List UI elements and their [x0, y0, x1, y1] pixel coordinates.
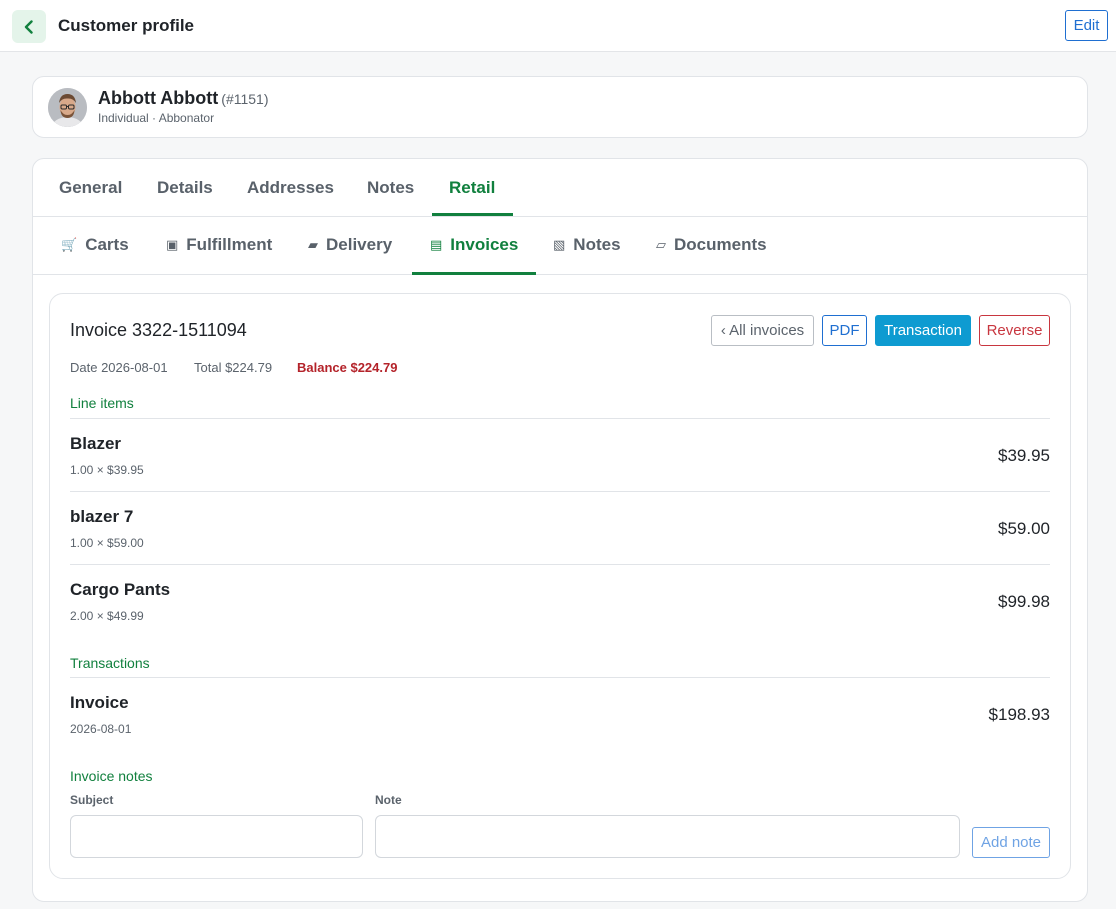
subtab-label: Invoices — [450, 235, 519, 254]
customer-name-text: Abbott Abbott — [98, 88, 219, 108]
customer-id: (#1151) — [221, 91, 269, 107]
subtab-notes[interactable]: ▧ Notes — [553, 235, 621, 255]
subject-label: Subject — [70, 793, 114, 807]
truck-icon: ▰ — [308, 237, 318, 252]
documents-icon: ▱ — [656, 237, 666, 252]
reverse-button[interactable]: Reverse — [979, 315, 1050, 346]
line-item-amount: $59.00 — [998, 519, 1050, 538]
invoice-card: Invoice 3322-1511094 ‹ All invoices PDF … — [49, 293, 1071, 879]
subtab-fulfillment[interactable]: ▣ Fulfillment — [166, 235, 272, 255]
line-item-qty-price: 1.00 × $39.95 — [70, 463, 144, 477]
customer-name: Abbott Abbott (#1151) — [98, 88, 269, 109]
subtab-label: Carts — [85, 235, 129, 254]
divider — [70, 564, 1050, 565]
line-item-name: Cargo Pants — [70, 580, 171, 599]
invoice-total: Total $224.79 — [194, 360, 273, 375]
transaction-amount: $198.93 — [988, 705, 1050, 724]
retail-subtabs: 🛒 Carts ▣ Fulfillment ▰ Delivery ▤ Invoi… — [33, 217, 1087, 275]
subtab-carts[interactable]: 🛒 Carts — [61, 235, 129, 255]
note-input[interactable] — [375, 815, 960, 858]
invoice-title: Invoice 3322-1511094 — [70, 320, 247, 340]
customer-summary-card: Abbott Abbott (#1151) Individual · Abbona… — [32, 76, 1088, 138]
note-label: Note — [375, 793, 402, 807]
transaction-button[interactable]: Transaction — [875, 315, 971, 346]
active-tab-indicator — [432, 213, 513, 216]
line-item-amount: $99.98 — [998, 592, 1050, 611]
transactions-heading: Transactions — [70, 655, 150, 671]
back-button[interactable] — [12, 10, 46, 43]
invoice-notes-heading: Invoice notes — [70, 768, 153, 784]
divider — [70, 491, 1050, 492]
active-subtab-indicator — [412, 272, 536, 275]
page-title: Customer profile — [58, 16, 195, 35]
divider — [70, 418, 1050, 419]
customer-type: Individual · Abbonator — [98, 111, 215, 125]
top-bar: Customer profile Edit — [0, 0, 1116, 52]
line-item-name: blazer 7 — [70, 507, 134, 526]
subtab-delivery[interactable]: ▰ Delivery — [308, 235, 392, 255]
tab-general[interactable]: General — [59, 178, 122, 198]
tab-retail[interactable]: Retail — [449, 178, 495, 198]
invoice-icon: ▤ — [430, 237, 443, 252]
subtab-label: Documents — [674, 235, 767, 254]
edit-button[interactable]: Edit — [1065, 10, 1108, 41]
avatar — [48, 88, 87, 127]
divider — [70, 677, 1050, 678]
line-item-qty-price: 2.00 × $49.99 — [70, 609, 144, 623]
invoice-balance: Balance $224.79 — [297, 360, 398, 375]
chevron-left-icon — [24, 19, 33, 34]
transaction-name: Invoice — [70, 693, 129, 712]
add-note-button[interactable]: Add note — [972, 827, 1050, 858]
notes-icon: ▧ — [553, 237, 566, 252]
primary-tabs: General Details Addresses Notes Retail — [33, 159, 1087, 217]
subtab-invoices[interactable]: ▤ Invoices — [430, 235, 518, 255]
line-item-amount: $39.95 — [998, 446, 1050, 465]
subtab-documents[interactable]: ▱ Documents — [656, 235, 767, 255]
subtab-label: Fulfillment — [186, 235, 273, 254]
tab-notes[interactable]: Notes — [367, 178, 414, 198]
invoice-date: Date 2026-08-01 — [70, 360, 168, 375]
all-invoices-button[interactable]: ‹ All invoices — [711, 315, 814, 346]
subtab-label: Notes — [573, 235, 621, 254]
subject-input[interactable] — [70, 815, 363, 858]
pdf-button[interactable]: PDF — [822, 315, 867, 346]
subtab-label: Delivery — [326, 235, 393, 254]
cart-icon: 🛒 — [61, 237, 78, 252]
line-item-name: Blazer — [70, 434, 122, 453]
line-items-heading: Line items — [70, 395, 134, 411]
tab-details[interactable]: Details — [157, 178, 213, 198]
tab-addresses[interactable]: Addresses — [247, 178, 334, 198]
box-icon: ▣ — [166, 237, 179, 252]
transaction-date: 2026-08-01 — [70, 722, 132, 736]
line-item-qty-price: 1.00 × $59.00 — [70, 536, 144, 550]
